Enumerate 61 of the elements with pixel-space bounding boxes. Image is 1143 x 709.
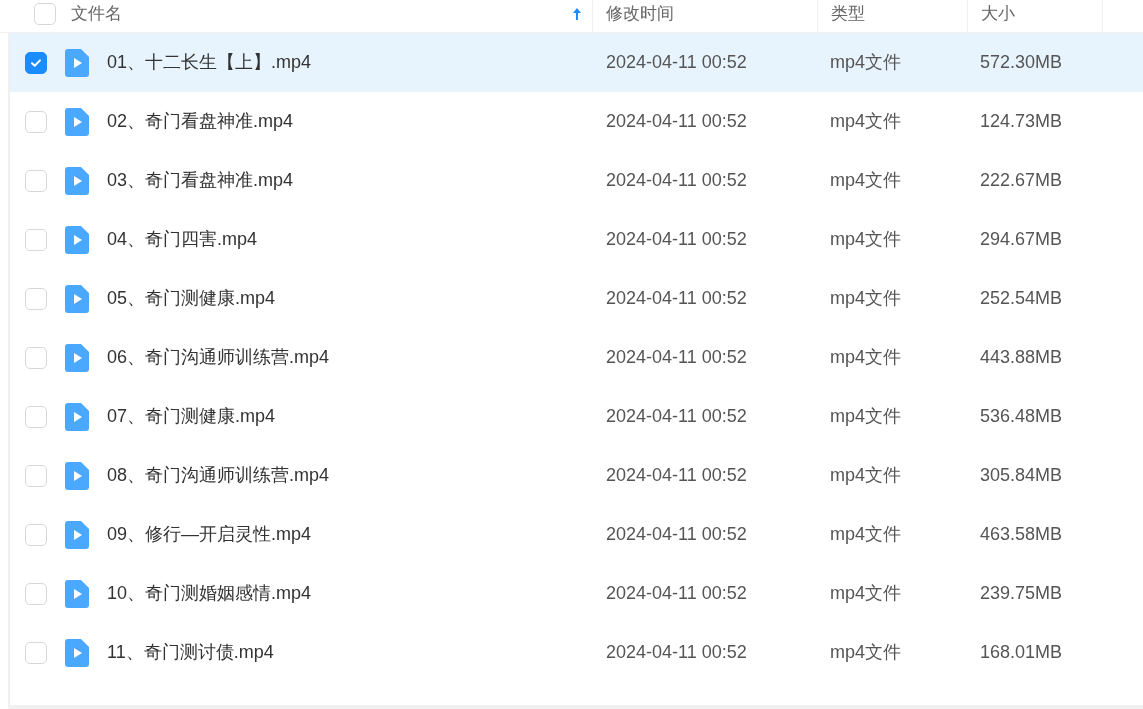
file-name: 06、奇门沟通师训练营.mp4 xyxy=(107,346,330,369)
file-name: 07、奇门测健康.mp4 xyxy=(107,405,276,428)
file-type: mp4文件 xyxy=(829,346,902,369)
modified-time: 2024-04-11 00:52 xyxy=(605,405,748,428)
modified-time: 2024-04-11 00:52 xyxy=(605,110,748,133)
file-size: 572.30MB xyxy=(979,51,1064,74)
file-row[interactable]: 01、十二长生【上】.mp4 2024-04-11 00:52 mp4文件 572.30MB xyxy=(10,33,1143,92)
file-size: 124.73MB xyxy=(979,110,1064,133)
checkbox[interactable] xyxy=(25,51,47,74)
video-file-icon xyxy=(65,225,89,254)
modified-time: 2024-04-11 00:52 xyxy=(605,464,748,487)
video-file-icon xyxy=(65,579,89,608)
file-type: mp4文件 xyxy=(829,582,902,605)
column-header[interactable]: 修改时间 xyxy=(606,4,674,24)
file-type: mp4文件 xyxy=(829,110,902,133)
modified-time: 2024-04-11 00:52 xyxy=(605,523,748,546)
file-size: 305.84MB xyxy=(979,464,1064,487)
file-type: mp4文件 xyxy=(829,405,902,428)
file-type: mp4文件 xyxy=(829,523,902,546)
file-size: 294.67MB xyxy=(979,228,1064,251)
file-size: 463.58MB xyxy=(979,523,1064,546)
modified-time: 2024-04-11 00:52 xyxy=(605,169,748,192)
modified-time: 2024-04-11 00:52 xyxy=(605,51,748,74)
file-type: mp4文件 xyxy=(829,464,902,487)
video-file-icon xyxy=(65,402,89,431)
file-size: 222.67MB xyxy=(979,169,1064,192)
column-header[interactable]: 类型 xyxy=(831,4,865,24)
video-file-icon xyxy=(65,638,89,667)
file-name: 11、奇门测讨债.mp4 xyxy=(107,641,274,664)
file-type: mp4文件 xyxy=(829,169,902,192)
video-file-icon xyxy=(65,284,89,313)
file-type: mp4文件 xyxy=(829,228,902,251)
file-name: 09、修行—开启灵性.mp4 xyxy=(107,523,312,546)
column-header[interactable]: 文件名 xyxy=(71,4,122,24)
video-file-icon xyxy=(65,48,89,77)
video-file-icon xyxy=(65,461,89,490)
modified-time: 2024-04-11 00:52 xyxy=(605,228,748,251)
file-type: mp4文件 xyxy=(829,287,902,310)
modified-time: 2024-04-11 00:52 xyxy=(605,346,748,369)
file-size: 536.48MB xyxy=(979,405,1064,428)
column-header[interactable]: 大小 xyxy=(981,4,1015,24)
file-size: 168.01MB xyxy=(979,641,1064,664)
file-name: 04、奇门四害.mp4 xyxy=(107,228,258,251)
file-size: 239.75MB xyxy=(979,582,1064,605)
video-file-icon xyxy=(65,343,89,372)
file-name: 05、奇门测健康.mp4 xyxy=(107,287,276,310)
file-name: 10、奇门测婚姻感情.mp4 xyxy=(107,582,312,605)
file-name: 02、奇门看盘神准.mp4 xyxy=(107,110,294,133)
modified-time: 2024-04-11 00:52 xyxy=(605,582,748,605)
file-size: 252.54MB xyxy=(979,287,1064,310)
file-size: 443.88MB xyxy=(979,346,1064,369)
file-name: 03、奇门看盘神准.mp4 xyxy=(107,169,294,192)
video-file-icon xyxy=(65,520,89,549)
video-file-icon xyxy=(65,166,89,195)
modified-time: 2024-04-11 00:52 xyxy=(605,641,748,664)
modified-time: 2024-04-11 00:52 xyxy=(605,287,748,310)
file-type: mp4文件 xyxy=(829,641,902,664)
video-file-icon xyxy=(65,107,89,136)
file-name: 01、十二长生【上】.mp4 xyxy=(107,51,312,74)
file-type: mp4文件 xyxy=(829,51,902,74)
file-name: 08、奇门沟通师训练营.mp4 xyxy=(107,464,330,487)
